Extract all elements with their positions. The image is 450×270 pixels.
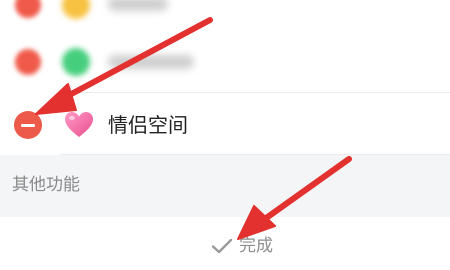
blurred-list-item [0, 31, 450, 93]
app-icon [62, 0, 90, 19]
section-header: 其他功能 [0, 155, 450, 217]
minus-icon [21, 123, 35, 127]
app-icon [62, 48, 90, 76]
list-item-label: 情侣空间 [108, 113, 188, 137]
heart-icon [65, 112, 93, 137]
remove-icon [15, 0, 41, 18]
blurred-list-item [0, 0, 450, 31]
done-button[interactable]: 完成 [211, 234, 273, 258]
remove-icon [15, 49, 41, 75]
section-title: 其他功能 [12, 175, 80, 195]
blurred-label [108, 55, 194, 69]
remove-item-button[interactable] [14, 111, 42, 139]
blurred-label [108, 0, 168, 11]
check-icon [211, 238, 233, 254]
done-bar: 完成 [0, 217, 450, 270]
done-label: 完成 [239, 236, 273, 256]
